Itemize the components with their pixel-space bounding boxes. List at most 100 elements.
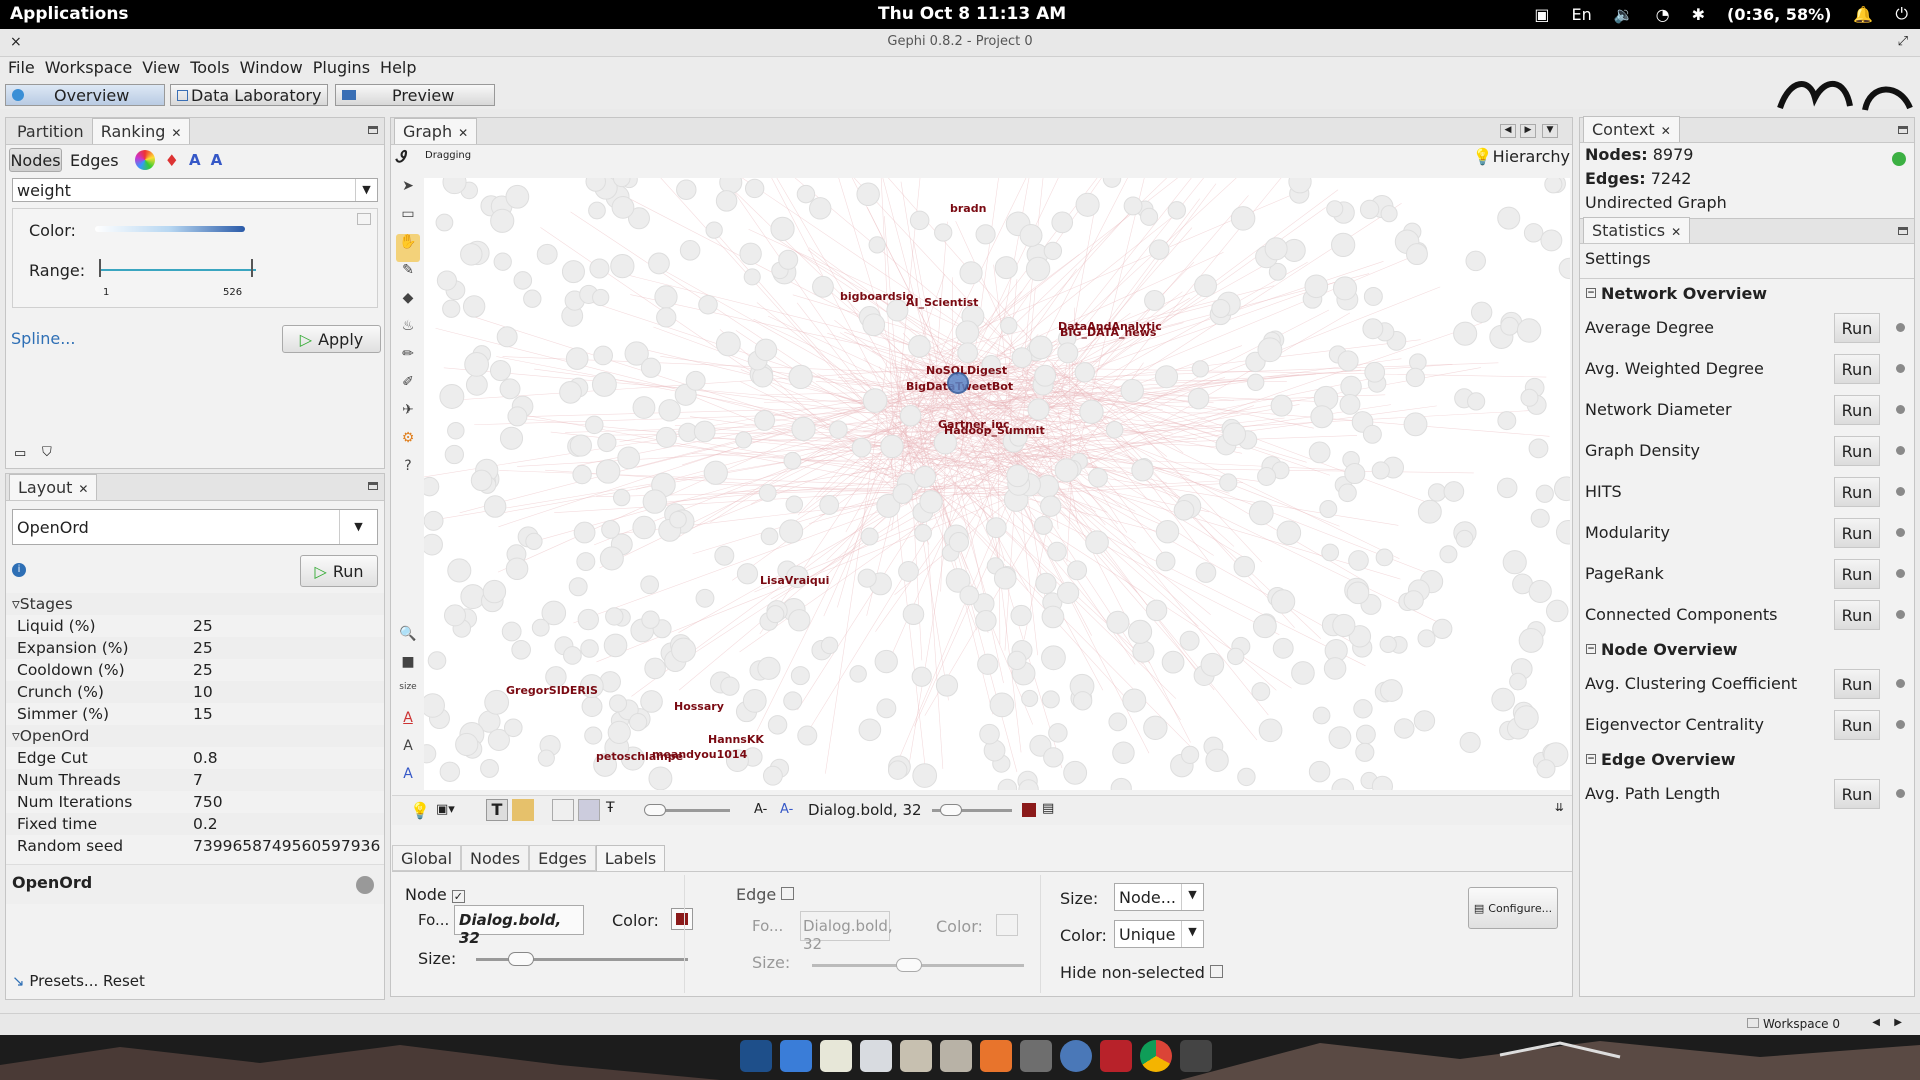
node-font-button[interactable]: Dialog.bold, 32 bbox=[454, 905, 584, 947]
graph-node[interactable] bbox=[605, 607, 624, 626]
graph-node[interactable] bbox=[1072, 691, 1093, 711]
graph-node[interactable] bbox=[911, 666, 932, 687]
shortest-path-icon[interactable]: ✈ bbox=[396, 402, 420, 430]
graph-node[interactable] bbox=[424, 693, 445, 718]
graph-node[interactable] bbox=[742, 688, 767, 713]
graph-node[interactable] bbox=[1007, 650, 1027, 671]
prop-value[interactable]: 25 bbox=[193, 659, 384, 681]
graph-node[interactable] bbox=[1545, 599, 1569, 623]
graph-node[interactable] bbox=[1085, 530, 1109, 555]
show-edges-icon[interactable] bbox=[552, 799, 574, 821]
graph-node[interactable] bbox=[797, 725, 818, 746]
graph-node[interactable] bbox=[919, 490, 943, 514]
minimize-icon[interactable] bbox=[368, 126, 378, 134]
graph-node[interactable] bbox=[1131, 458, 1154, 482]
graph-node[interactable] bbox=[1403, 590, 1424, 611]
graph-node[interactable] bbox=[632, 396, 656, 419]
graph-node[interactable] bbox=[507, 406, 528, 427]
zoom-icon[interactable]: 🔍 bbox=[396, 626, 420, 654]
graph-node[interactable] bbox=[1337, 350, 1359, 372]
graph-node[interactable] bbox=[591, 372, 617, 397]
color-mode-select[interactable]: Unique ▼ bbox=[1114, 920, 1204, 948]
graph-node[interactable] bbox=[443, 604, 466, 627]
graph-node[interactable] bbox=[1310, 405, 1334, 429]
prop-random-seed[interactable]: Random seed 7399658749560597936 bbox=[6, 835, 384, 857]
graph-node[interactable] bbox=[1443, 481, 1465, 502]
prop-simmer[interactable]: Simmer (%) 15 bbox=[6, 703, 384, 725]
layout-run-button[interactable]: ▷ Run bbox=[300, 555, 378, 587]
graph-node[interactable] bbox=[1140, 207, 1159, 226]
layout-algorithm-select[interactable]: OpenOrd ▼ bbox=[12, 509, 378, 545]
graph-node[interactable] bbox=[1465, 250, 1486, 272]
graph-node[interactable] bbox=[588, 201, 606, 220]
graph-node[interactable] bbox=[1276, 520, 1302, 546]
node-label[interactable]: HannsKK bbox=[708, 733, 764, 746]
maximize-icon[interactable]: ⤢ bbox=[1898, 34, 1908, 49]
configure-button[interactable]: ▤ Configure... bbox=[1468, 887, 1558, 929]
apply-button[interactable]: ▷ Apply bbox=[282, 325, 381, 353]
graph-node[interactable] bbox=[758, 483, 777, 502]
prop-value[interactable]: 15 bbox=[193, 703, 384, 725]
graph-node[interactable] bbox=[829, 420, 848, 439]
graph-node[interactable] bbox=[644, 657, 666, 680]
graph-node[interactable] bbox=[959, 585, 980, 606]
graph-node[interactable] bbox=[1102, 178, 1122, 188]
node-label[interactable]: bradn bbox=[950, 202, 986, 215]
graph-node[interactable] bbox=[568, 577, 588, 597]
wifi-icon[interactable]: ◔ bbox=[1656, 5, 1670, 24]
graph-node[interactable] bbox=[563, 646, 582, 665]
app-store-icon[interactable] bbox=[980, 1040, 1012, 1072]
graph-node[interactable] bbox=[1247, 373, 1265, 392]
graph-node[interactable] bbox=[1308, 760, 1331, 783]
graph-node[interactable] bbox=[914, 524, 932, 542]
painter-icon[interactable]: ✎ bbox=[396, 262, 420, 290]
graph-node[interactable] bbox=[424, 476, 440, 497]
graph-node[interactable] bbox=[1312, 706, 1331, 725]
graph-canvas[interactable]: bradn bigboardsio AI_Scientist DataAndAn… bbox=[424, 178, 1570, 790]
edge-color-icon[interactable] bbox=[578, 799, 600, 821]
graph-node[interactable] bbox=[902, 603, 925, 625]
graph-node[interactable] bbox=[505, 184, 530, 209]
menu-plugins[interactable]: Plugins bbox=[309, 57, 374, 81]
size-mode-select[interactable]: Node... ▼ bbox=[1114, 883, 1204, 911]
graph-node[interactable] bbox=[592, 288, 610, 307]
graph-node[interactable] bbox=[1056, 581, 1080, 605]
lightbulb-icon[interactable]: 💡 bbox=[410, 801, 430, 820]
graph-node[interactable] bbox=[705, 221, 723, 239]
gear-icon[interactable]: ⚙ bbox=[396, 430, 420, 458]
minimize-icon[interactable] bbox=[1898, 126, 1908, 134]
graph-node[interactable] bbox=[1161, 650, 1185, 674]
edge-label-toggle[interactable]: Edge bbox=[736, 885, 795, 904]
graph-node[interactable] bbox=[1513, 705, 1539, 731]
graph-node[interactable] bbox=[770, 216, 795, 241]
graph-node[interactable] bbox=[1530, 508, 1550, 528]
graph-node[interactable] bbox=[754, 338, 778, 362]
node-label[interactable]: AI_Scientist bbox=[906, 296, 978, 309]
graph-node[interactable] bbox=[783, 691, 803, 711]
power-icon[interactable]: ⏻ bbox=[1895, 4, 1908, 24]
graph-node[interactable] bbox=[857, 568, 877, 588]
graph-node[interactable] bbox=[1272, 637, 1294, 659]
graph-node[interactable] bbox=[880, 434, 904, 459]
graph-node[interactable] bbox=[892, 483, 913, 504]
graph-node[interactable] bbox=[1509, 672, 1527, 691]
tab-global[interactable]: Global bbox=[392, 845, 462, 871]
graph-node[interactable] bbox=[1470, 301, 1493, 323]
graph-node[interactable] bbox=[1308, 441, 1331, 464]
graph-node[interactable] bbox=[599, 546, 624, 571]
graph-node[interactable] bbox=[909, 210, 930, 231]
graph-network[interactable] bbox=[424, 178, 1570, 790]
graph-node[interactable] bbox=[572, 464, 592, 485]
filter-icon[interactable]: ⛉ bbox=[42, 445, 52, 460]
graph-node[interactable] bbox=[796, 184, 816, 204]
minimize-icon[interactable] bbox=[368, 482, 378, 490]
graph-node[interactable] bbox=[1048, 723, 1068, 743]
graph-node[interactable] bbox=[447, 558, 472, 583]
graph-node[interactable] bbox=[1233, 555, 1256, 578]
section-edge-overview[interactable]: − Edge Overview bbox=[1580, 745, 1914, 773]
graph-node[interactable] bbox=[1356, 724, 1376, 745]
graph-node[interactable] bbox=[1041, 645, 1066, 671]
graph-node[interactable] bbox=[1362, 318, 1384, 340]
graph-node[interactable] bbox=[442, 299, 461, 318]
nodes-toggle[interactable]: Nodes bbox=[9, 148, 62, 172]
